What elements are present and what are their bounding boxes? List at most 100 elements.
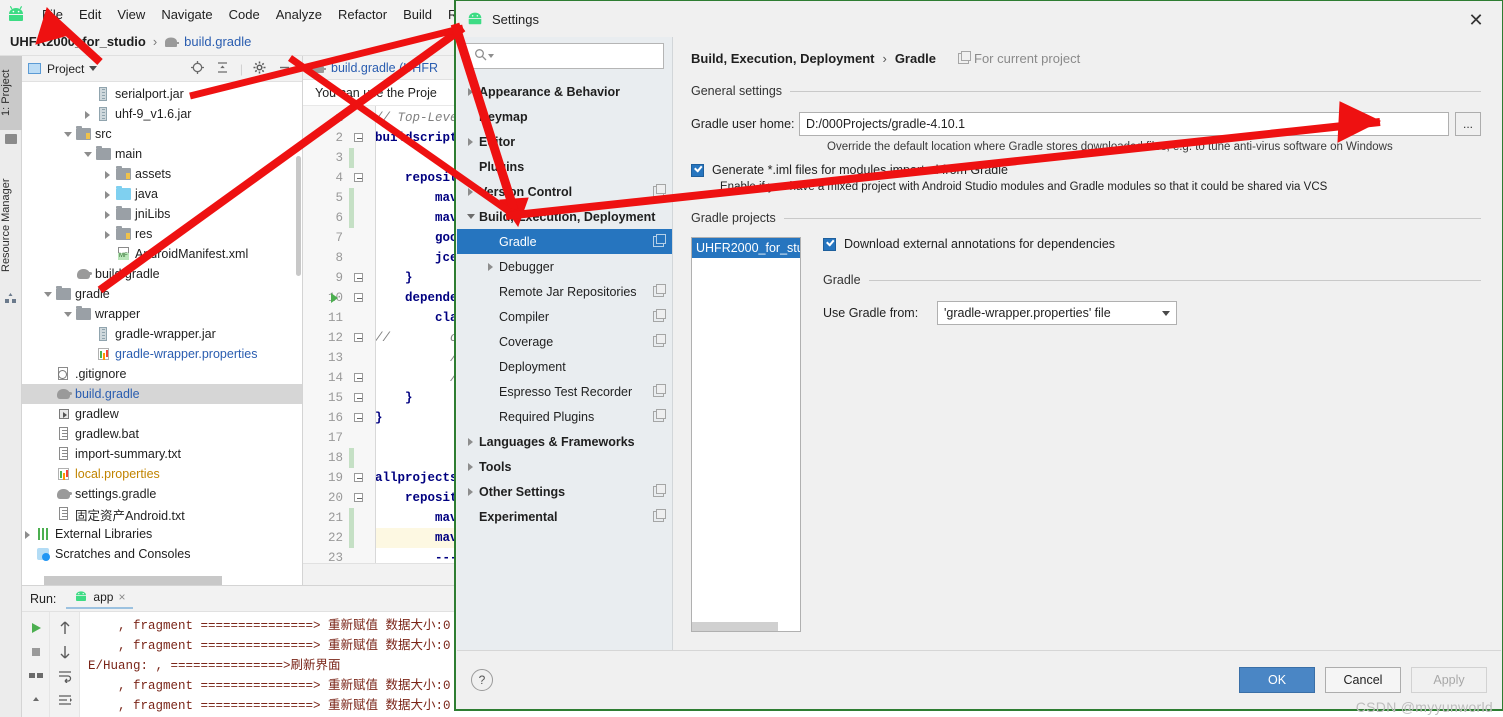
locate-icon[interactable] [190, 60, 205, 78]
more-icon[interactable] [22, 688, 49, 712]
settings-tree-item-other-settings[interactable]: Other Settings [457, 479, 672, 504]
fold-toggle[interactable] [349, 268, 375, 288]
project-tree-item[interactable]: jniLibs [22, 204, 302, 224]
sidebar-tab-resource-manager[interactable]: Resource Manager [0, 162, 22, 288]
run-icon[interactable] [22, 616, 49, 640]
project-tree-item[interactable]: gradlew [22, 404, 302, 424]
breadcrumb-project[interactable]: UHFR2000_for_studio [10, 34, 146, 49]
gradle-projects-list-hscrollbar[interactable] [692, 622, 779, 631]
fold-toggle[interactable] [331, 288, 375, 308]
project-tree-item[interactable]: src [22, 124, 302, 144]
settings-tree-item-compiler[interactable]: Compiler [457, 304, 672, 329]
chevron-down-icon[interactable] [488, 54, 494, 58]
generate-iml-checkbox[interactable] [691, 164, 704, 177]
menu-file[interactable]: File [34, 4, 71, 25]
collapse-all-icon[interactable] [215, 60, 230, 78]
fold-toggle[interactable] [349, 408, 375, 428]
menu-code[interactable]: Code [221, 4, 268, 25]
fold-toggle[interactable] [349, 488, 375, 508]
copy-settings-icon[interactable] [653, 409, 666, 422]
gradle-user-home-input[interactable]: D:/000Projects/gradle-4.10.1 [799, 112, 1449, 136]
fold-toggle[interactable] [349, 328, 375, 348]
close-icon[interactable]: × [118, 590, 125, 604]
project-tree-item[interactable]: AndroidManifest.xml [22, 244, 302, 264]
use-gradle-from-select[interactable]: 'gradle-wrapper.properties' file [937, 301, 1177, 325]
settings-tree-item-deployment[interactable]: Deployment [457, 354, 672, 379]
chevron-down-icon[interactable] [89, 66, 98, 71]
fold-toggle[interactable] [349, 368, 375, 388]
generate-iml-label[interactable]: Generate *.iml files for modules importe… [712, 163, 1008, 177]
settings-tree-item-espresso-test-recorder[interactable]: Espresso Test Recorder [457, 379, 672, 404]
list-item[interactable]: UHFR2000_for_stud [692, 238, 800, 258]
project-tree-item[interactable]: gradle-wrapper.jar [22, 324, 302, 344]
project-tree-item[interactable]: gradlew.bat [22, 424, 302, 444]
project-tree-item[interactable]: assets [22, 164, 302, 184]
up-icon[interactable] [50, 616, 79, 640]
settings-tree-item-editor[interactable]: Editor [457, 129, 672, 154]
settings-tree-item-experimental[interactable]: Experimental [457, 504, 672, 529]
copy-settings-icon[interactable] [653, 309, 666, 322]
project-tree-item[interactable]: build.gradle [22, 264, 302, 284]
menu-build[interactable]: Build [395, 4, 440, 25]
settings-tree-item-keymap[interactable]: Keymap [457, 104, 672, 129]
project-tree-scrollbar[interactable] [296, 156, 301, 276]
project-tree-item[interactable]: uhf-9_v1.6.jar [22, 104, 302, 124]
project-tree-item[interactable]: settings.gradle [22, 484, 302, 504]
project-tree-item[interactable]: 固定资产Android.txt [22, 504, 302, 524]
project-tree-item[interactable]: Scratches and Consoles [22, 544, 302, 564]
browse-button[interactable]: ... [1455, 112, 1481, 136]
help-button[interactable]: ? [471, 668, 493, 691]
gear-icon[interactable] [252, 60, 267, 78]
project-tree-item[interactable]: build.gradle [22, 384, 302, 404]
project-tree-item[interactable]: External Libraries [22, 524, 302, 544]
project-tree-item[interactable]: import-summary.txt [22, 444, 302, 464]
fold-toggle[interactable] [349, 168, 375, 188]
project-tree-item[interactable]: res [22, 224, 302, 244]
copy-settings-icon[interactable] [653, 234, 666, 247]
search-input[interactable] [465, 43, 664, 69]
fold-gutter[interactable] [331, 106, 375, 585]
project-tree-hscrollbar[interactable] [44, 576, 222, 585]
close-icon[interactable]: ✕ [1456, 7, 1496, 33]
run-tab-app[interactable]: app × [66, 588, 134, 609]
project-tree-item[interactable]: gradle [22, 284, 302, 304]
settings-tree-item-appearance-behavior[interactable]: Appearance & Behavior [457, 79, 672, 104]
download-annotations-checkbox[interactable] [823, 238, 836, 251]
menu-edit[interactable]: Edit [71, 4, 109, 25]
project-tree[interactable]: serialport.jar uhf-9_v1.6.jar src main asset… [22, 82, 302, 585]
project-view-label[interactable]: Project [47, 62, 84, 76]
down-icon[interactable] [50, 640, 79, 664]
settings-tree-item-gradle[interactable]: Gradle [457, 229, 672, 254]
menu-analyze[interactable]: Analyze [268, 4, 330, 25]
copy-settings-icon[interactable] [653, 284, 666, 297]
project-tree-item[interactable]: .gitignore [22, 364, 302, 384]
project-tree-item[interactable]: main [22, 144, 302, 164]
project-tree-item[interactable]: local.properties [22, 464, 302, 484]
copy-settings-icon[interactable] [653, 334, 666, 347]
ok-button[interactable]: OK [1239, 666, 1315, 693]
copy-settings-icon[interactable] [653, 509, 666, 522]
menu-view[interactable]: View [109, 4, 153, 25]
settings-tree-item-required-plugins[interactable]: Required Plugins [457, 404, 672, 429]
sidebar-tab-project[interactable]: 1: Project [0, 56, 22, 130]
settings-tree-item-tools[interactable]: Tools [457, 454, 672, 479]
stop-icon[interactable] [22, 640, 49, 664]
menu-refactor[interactable]: Refactor [330, 4, 395, 25]
layout-icon[interactable] [22, 664, 49, 688]
fold-toggle[interactable] [349, 128, 375, 148]
copy-settings-icon[interactable] [653, 484, 666, 497]
project-tree-item[interactable]: gradle-wrapper.properties [22, 344, 302, 364]
settings-tree-item-version-control[interactable]: Version Control [457, 179, 672, 204]
settings-tree[interactable]: Appearance & Behavior Keymap Editor Plugins… [457, 79, 672, 529]
gradle-projects-list[interactable]: UHFR2000_for_stud [691, 237, 801, 632]
settings-tree-item-languages-frameworks[interactable]: Languages & Frameworks [457, 429, 672, 454]
scroll-to-end-icon[interactable] [50, 688, 79, 712]
copy-settings-icon[interactable] [653, 384, 666, 397]
copy-settings-icon[interactable] [653, 184, 666, 197]
download-annotations-label[interactable]: Download external annotations for depend… [844, 237, 1115, 251]
breadcrumb-file[interactable]: build.gradle [184, 34, 251, 49]
project-tree-item[interactable]: java [22, 184, 302, 204]
menu-navigate[interactable]: Navigate [153, 4, 220, 25]
run-gutter-icon[interactable] [331, 293, 338, 303]
project-tree-item[interactable]: serialport.jar [22, 84, 302, 104]
